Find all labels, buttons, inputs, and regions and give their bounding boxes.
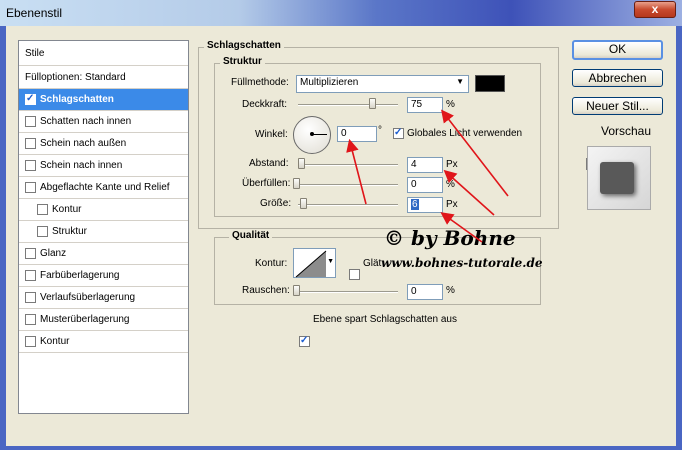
red-arrow-icon — [346, 138, 367, 205]
red-arrow-icon — [441, 109, 509, 197]
red-arrow-icon — [440, 212, 483, 243]
red-arrow-icon — [443, 169, 495, 216]
annotation-arrows — [346, 109, 509, 243]
